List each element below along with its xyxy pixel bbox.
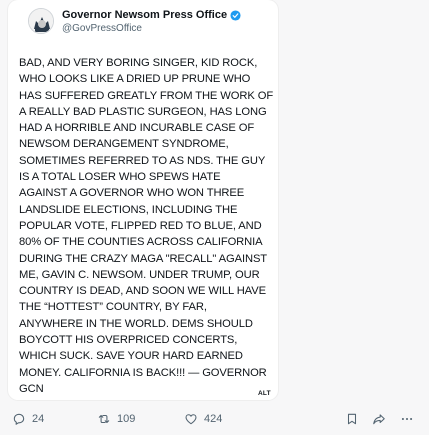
tweet-text-line: POPULAR VOTE, FLIPPED RED TO BLUE, AND bbox=[19, 219, 262, 232]
tweet-text-line: 80% OF THE COUNTIES ACROSS CALIFORNIA bbox=[19, 236, 263, 249]
tweet-text-line: MONEY. CALIFORNIA IS BACK!!! — GOVERNOR bbox=[19, 366, 267, 379]
avatar[interactable] bbox=[28, 8, 54, 34]
tweet-text-line: WHICH SUCK. SAVE YOUR HARD EARNED bbox=[19, 350, 243, 363]
tweet-text-line: LANDSLIDE ELECTIONS, INCLUDING THE bbox=[19, 203, 238, 216]
tweet-text-line: THE “HOTTEST” COUNTRY, BY FAR, bbox=[19, 301, 207, 314]
tweet-text-line: COUNTRY IS DEAD, AND SOON WE WILL HAVE bbox=[19, 285, 266, 298]
like-icon bbox=[185, 414, 197, 425]
like-count: 424 bbox=[204, 413, 223, 425]
tweet-text-line: ANYWHERE IN THE WORLD. DEMS SHOULD bbox=[19, 317, 253, 330]
tweet-text-line: IS A TOTAL LOSER WHO SPEWS HATE bbox=[19, 171, 221, 184]
tweet-text-line: HAS SUFFERED GREATLY FROM THE WORK OF bbox=[19, 89, 274, 102]
share-button[interactable] bbox=[372, 412, 386, 426]
verified-badge-icon bbox=[230, 9, 241, 21]
action-bar: 24 109 424 bbox=[0, 410, 429, 430]
tweet-text-line: BOYCOTT HIS OVERPRICED CONCERTS, bbox=[19, 334, 238, 347]
reply-count: 24 bbox=[32, 413, 45, 425]
tweet-text-line: WHO LOOKS LIKE A DRIED UP PRUNE WHO bbox=[19, 73, 251, 86]
display-name[interactable]: Governor Newsom Press Office bbox=[62, 9, 227, 21]
tweet-text-line: AGAINST A GOVERNOR WHO WON THREE bbox=[19, 187, 245, 200]
like-button[interactable]: 424 bbox=[184, 412, 222, 426]
author-name-row[interactable]: Governor Newsom Press Office bbox=[62, 9, 241, 21]
more-button[interactable] bbox=[400, 412, 414, 426]
bookmark-button[interactable] bbox=[345, 412, 359, 426]
alt-badge[interactable]: ALT bbox=[258, 390, 271, 397]
retweet-button[interactable]: 109 bbox=[97, 412, 135, 426]
more-icon bbox=[401, 417, 413, 421]
tweet-text-line: DURING THE CRAZY MAGA "RECALL" AGAINST bbox=[19, 252, 268, 265]
avatar-portrait-icon bbox=[29, 9, 53, 33]
reply-icon bbox=[13, 413, 25, 425]
bookmark-icon bbox=[347, 413, 357, 425]
tweet-text-line: NEWSOM DERANGEMENT SYNDROME, bbox=[19, 138, 229, 151]
tweet-text-line: ME, GAVIN C. NEWSOM. UNDER TRUMP, OUR bbox=[19, 268, 260, 281]
share-icon bbox=[373, 414, 385, 425]
tweet-text: BAD, AND VERY BORING SINGER, KID ROCK, W… bbox=[19, 55, 277, 397]
tweet-text-line: SOMETIMES REFERRED TO AS NDS. THE GUY bbox=[19, 154, 266, 167]
tweet-text-line: A REALLY BAD PLASTIC SURGEON, HAS LONG bbox=[19, 105, 267, 118]
tweet-text-line: HAD A HORRIBLE AND INCURABLE CASE OF bbox=[19, 122, 255, 135]
tweet-text-line: BAD, AND VERY BORING SINGER, KID ROCK, bbox=[19, 57, 258, 69]
handle[interactable]: @GovPressOffice bbox=[62, 23, 142, 34]
reply-button[interactable]: 24 bbox=[12, 412, 44, 426]
tweet-text-line: GCN bbox=[19, 382, 44, 395]
retweet-icon bbox=[98, 414, 110, 424]
retweet-count: 109 bbox=[117, 413, 136, 425]
